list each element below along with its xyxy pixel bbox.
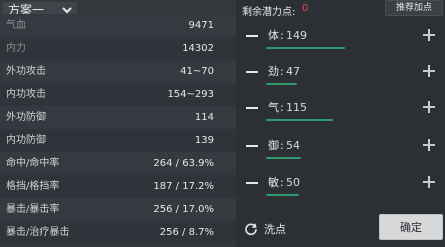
- stat-name: 敏: [268, 176, 279, 189]
- stat-row-qi: 气 : 115: [236, 98, 445, 121]
- stat-value: 149: [286, 29, 307, 42]
- plus-icon[interactable]: [423, 65, 435, 77]
- attribute-row-hp: 气血 9471: [0, 14, 236, 37]
- attribute-value: 41~70: [180, 66, 214, 77]
- stat-row-constitution: 体 : 149: [236, 26, 445, 49]
- plus-icon[interactable]: [423, 139, 435, 151]
- attribute-value: 264 / 63.9%: [153, 158, 214, 169]
- stat-colon: :: [280, 176, 284, 189]
- stat-name: 气: [268, 101, 279, 114]
- attribute-list: 气血 9471 内力 14302 外功攻击 41~70 内功攻击 154~293…: [0, 14, 236, 244]
- minus-icon[interactable]: [246, 145, 258, 147]
- stat-colon: :: [280, 65, 284, 78]
- attribute-screen: 方案一 气血 9471 内力 14302 外功攻击 41~70 内功攻击 154…: [0, 0, 445, 247]
- plus-icon[interactable]: [423, 29, 435, 41]
- stat-name: 御: [268, 139, 279, 152]
- allocation-panel: 剩余潜力点: 0 推荐加点 体 : 149 劲 : 47 气 : 115 御:…: [236, 0, 445, 247]
- attribute-row-int-defense: 内功防御 139: [0, 129, 236, 152]
- attribute-row-crit: 暴击/暴击率 256 / 17.0%: [0, 198, 236, 221]
- attribute-label: 暴击/暴击率: [6, 204, 60, 215]
- attribute-row-ext-defense: 外功防御 114: [0, 106, 236, 129]
- stat-colon: :: [280, 101, 284, 114]
- stat-colon: :: [280, 139, 284, 152]
- attribute-label: 格挡/格挡率: [6, 181, 60, 192]
- stat-value: 115: [286, 101, 307, 114]
- attribute-value: 256 / 17.0%: [153, 204, 214, 215]
- attribute-row-int-attack: 内功攻击 154~293: [0, 83, 236, 106]
- reset-label: 洗点: [264, 223, 286, 236]
- confirm-button[interactable]: 确定: [379, 214, 443, 240]
- stat-row-agility: 敏 : 50: [236, 173, 445, 196]
- attribute-label: 外功防御: [6, 112, 46, 123]
- plus-icon[interactable]: [423, 176, 435, 188]
- attribute-label: 外功攻击: [6, 66, 46, 77]
- remaining-points-label: 剩余潜力点:: [242, 7, 296, 18]
- stat-value: 50: [286, 176, 300, 189]
- attribute-value: 256 / 8.7%: [159, 227, 214, 238]
- attribute-label: 暴击/治疗暴击: [6, 227, 70, 238]
- attribute-label: 命中/命中率: [6, 158, 60, 169]
- stat-bar: [266, 157, 301, 159]
- attribute-row-heal-crit: 暴击/治疗暴击 256 / 8.7%: [0, 221, 236, 244]
- stat-colon: :: [280, 29, 284, 42]
- reset-points-button[interactable]: 洗点: [244, 221, 286, 237]
- attribute-label: 内力: [6, 43, 26, 54]
- attribute-value: 187 / 17.2%: [153, 181, 214, 192]
- attribute-value: 114: [194, 112, 214, 123]
- stat-row-defense: 御 : 54: [236, 136, 445, 159]
- attribute-value: 14302: [182, 43, 214, 54]
- attribute-value: 9471: [188, 20, 214, 31]
- stat-bar: [266, 194, 299, 196]
- attribute-value: 154~293: [167, 89, 214, 100]
- recommend-button[interactable]: 推荐加点: [385, 0, 443, 16]
- stat-bar: [266, 119, 333, 121]
- minus-icon[interactable]: [246, 35, 258, 37]
- stat-name: 体: [268, 29, 279, 42]
- stat-row-strength: 劲 : 47: [236, 62, 445, 85]
- minus-icon[interactable]: [246, 71, 258, 73]
- stat-value: 47: [286, 65, 300, 78]
- reset-icon: [245, 223, 257, 236]
- attribute-row-hit: 命中/命中率 264 / 63.9%: [0, 152, 236, 175]
- attribute-row-ext-attack: 外功攻击 41~70: [0, 60, 236, 83]
- attribute-value: 139: [194, 135, 214, 146]
- attribute-row-mp: 内力 14302: [0, 37, 236, 60]
- minus-icon[interactable]: [246, 107, 258, 109]
- stat-bar: [266, 83, 297, 85]
- stat-bar: [266, 47, 345, 49]
- attribute-label: 气血: [6, 20, 26, 31]
- plus-icon[interactable]: [423, 101, 435, 113]
- attribute-label: 内功攻击: [6, 89, 46, 100]
- stat-name: 劲: [268, 65, 279, 78]
- attribute-panel: 方案一 气血 9471 内力 14302 外功攻击 41~70 内功攻击 154…: [0, 0, 236, 247]
- stat-value: 54: [286, 139, 300, 152]
- attribute-label: 内功防御: [6, 135, 46, 146]
- remaining-points-value: 0: [302, 3, 309, 14]
- attribute-row-block: 格挡/格挡率 187 / 17.2%: [0, 175, 236, 198]
- minus-icon[interactable]: [246, 182, 258, 184]
